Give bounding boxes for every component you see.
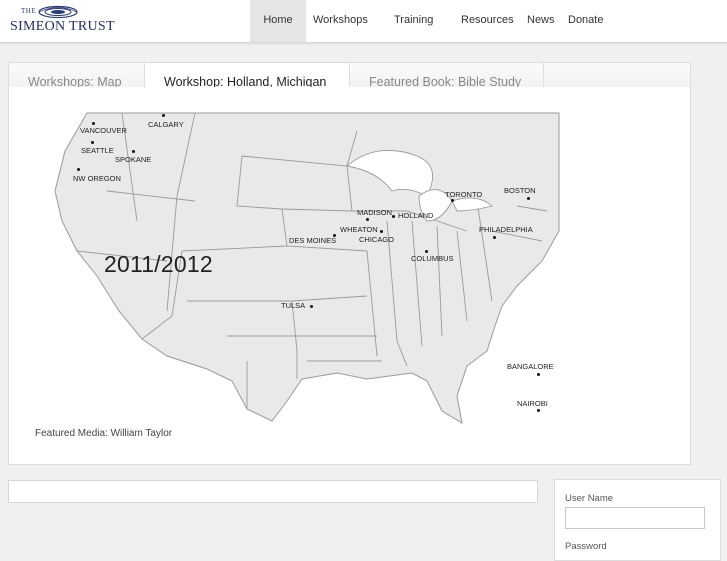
tab-featured-book[interactable]: Featured Book: Bible Study xyxy=(369,63,521,87)
site-logo[interactable]: THE SIMEON TRUST xyxy=(9,4,115,36)
feature-tabs: Workshops: Map Workshop: Holland, Michig… xyxy=(9,63,690,87)
username-input[interactable] xyxy=(565,507,705,529)
map-label-philadelphia[interactable]: PHILADELPHIA xyxy=(479,225,533,234)
nav-home[interactable]: Home xyxy=(250,0,306,42)
site-header: THE SIMEON TRUST Home Workshops Training… xyxy=(0,0,727,43)
feature-panel: Workshops: Map Workshop: Holland, Michig… xyxy=(8,62,691,465)
map-year-overlay: 2011/2012 xyxy=(104,251,213,277)
map-dot xyxy=(527,197,530,200)
map-label-boston[interactable]: BOSTON xyxy=(504,186,536,195)
map-label-vancouver[interactable]: VANCOUVER xyxy=(80,126,127,135)
map-dot xyxy=(366,218,369,221)
map-dot xyxy=(91,141,94,144)
map-label-des-moines[interactable]: DES MOINES xyxy=(289,236,336,245)
map-dot xyxy=(380,230,383,233)
password-label: Password xyxy=(565,541,607,552)
map-dot xyxy=(392,215,395,218)
map-dot xyxy=(92,122,95,125)
map-label-calgary[interactable]: CALGARY xyxy=(148,120,184,129)
logo-the: THE xyxy=(21,7,37,15)
map-dot xyxy=(77,168,80,171)
username-label: User Name xyxy=(565,493,614,504)
nav-training[interactable]: Training xyxy=(394,0,433,42)
nav-resources[interactable]: Resources xyxy=(461,0,514,42)
map-dot xyxy=(451,199,454,202)
tab-workshops-map[interactable]: Workshops: Map xyxy=(28,63,122,87)
map-label-toronto[interactable]: TORONTO xyxy=(445,190,482,199)
map-label-madison[interactable]: MADISON xyxy=(357,208,392,217)
map-label-chicago[interactable]: CHICAGO xyxy=(359,235,394,244)
seal-icon xyxy=(38,5,78,18)
map-dot xyxy=(425,250,428,253)
map-dot xyxy=(493,236,496,239)
map-dot xyxy=(537,373,540,376)
map-dot xyxy=(162,114,165,117)
map-dot xyxy=(132,150,135,153)
nav-workshops[interactable]: Workshops xyxy=(313,0,368,42)
tab-divider xyxy=(349,63,350,87)
map-label-nairobi[interactable]: NAIROBI xyxy=(517,399,548,408)
map-label-holland[interactable]: HOLLAND xyxy=(398,211,433,220)
map-label-nw-oregon[interactable]: NW OREGON xyxy=(73,174,121,183)
map-dot xyxy=(537,409,540,412)
map-label-tulsa[interactable]: TULSA xyxy=(281,301,305,310)
map-label-seattle[interactable]: SEATTLE xyxy=(81,146,114,155)
content-box xyxy=(8,480,538,503)
tab-divider xyxy=(543,63,544,87)
map-label-wheaton[interactable]: WHEATON xyxy=(340,225,378,234)
map-dot xyxy=(333,234,336,237)
tab-workshop-holland[interactable]: Workshop: Holland, Michigan xyxy=(145,63,349,87)
logo-name: SIMEON TRUST xyxy=(10,19,115,34)
featured-media-caption[interactable]: Featured Media: William Taylor xyxy=(35,428,172,439)
login-box: User Name Password xyxy=(554,479,721,561)
map-dot xyxy=(310,305,313,308)
map-label-bangalore[interactable]: BANGALORE xyxy=(507,362,554,371)
nav-news[interactable]: News xyxy=(527,0,555,42)
nav-donate[interactable]: Donate xyxy=(568,0,603,42)
map-label-columbus[interactable]: COLUMBUS xyxy=(411,254,454,263)
map-label-spokane[interactable]: SPOKANE xyxy=(115,155,151,164)
